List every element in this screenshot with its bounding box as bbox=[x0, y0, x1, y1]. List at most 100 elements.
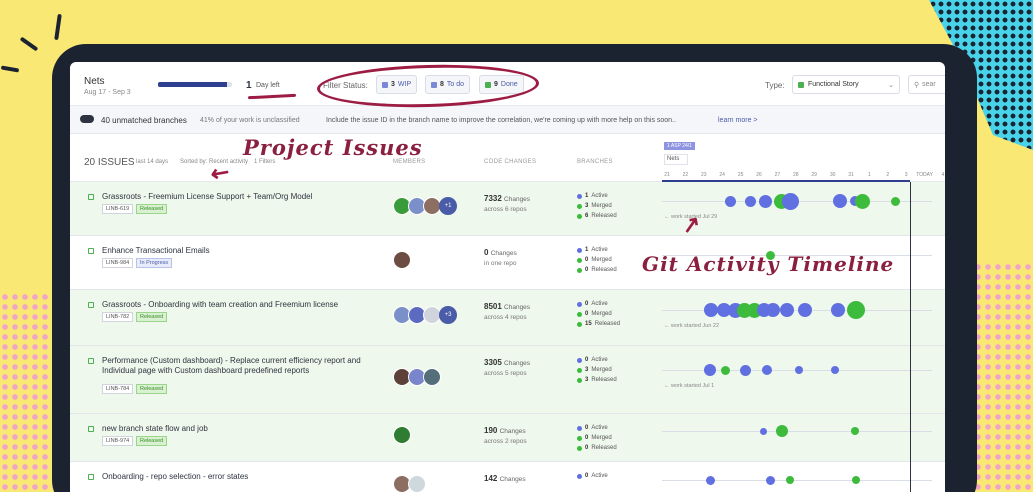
commit-activity-dot[interactable] bbox=[744, 195, 756, 207]
issue-row[interactable]: Performance (Custom dashboard) - Replace… bbox=[70, 346, 945, 414]
period-label[interactable]: last 14 days bbox=[136, 159, 168, 165]
branch-merged: 0 Merged bbox=[577, 257, 612, 263]
unmatched-branches-banner: 40 unmatched branches 41% of your work i… bbox=[70, 106, 945, 134]
commit-activity-dot[interactable] bbox=[831, 366, 839, 374]
commit-activity-dot[interactable] bbox=[798, 303, 812, 317]
story-icon bbox=[88, 302, 94, 308]
commit-activity-dot[interactable] bbox=[851, 427, 859, 435]
avatar[interactable] bbox=[408, 475, 426, 492]
branch-count: 15 bbox=[585, 321, 592, 327]
commit-activity-dot[interactable] bbox=[766, 303, 780, 317]
changes-count: 8501 bbox=[484, 302, 502, 311]
learn-more-link[interactable]: learn more > bbox=[718, 117, 758, 124]
timeline-tick: 31 bbox=[848, 172, 854, 178]
commit-activity-dot[interactable] bbox=[776, 425, 788, 437]
branch-label: Active bbox=[591, 473, 608, 479]
commit-activity-dot[interactable] bbox=[720, 365, 730, 375]
commit-activity-dot[interactable] bbox=[739, 364, 751, 376]
branch-dot-icon bbox=[577, 311, 582, 317]
issue-id-tag[interactable]: LINB-619 bbox=[102, 204, 134, 214]
issue-id-tag[interactable]: LINB-784 bbox=[102, 384, 134, 394]
chevron-down-icon: ⌄ bbox=[888, 81, 894, 89]
issue-id-tag[interactable]: LINB-974 bbox=[102, 436, 134, 446]
sprint-name[interactable]: Nets bbox=[84, 76, 105, 87]
issue-title[interactable]: Grassroots - Onboarding with team creati… bbox=[102, 300, 364, 310]
branch-active: 1 Active bbox=[577, 247, 608, 253]
commit-activity-dot[interactable] bbox=[795, 366, 803, 374]
branch-dot-icon bbox=[577, 435, 582, 441]
timeline-track bbox=[662, 480, 932, 481]
commit-activity-dot[interactable] bbox=[786, 476, 794, 484]
branch-merged: 3 Merged bbox=[577, 367, 612, 373]
changes-count: 3305 bbox=[484, 358, 502, 367]
commit-activity-dot[interactable] bbox=[890, 196, 900, 206]
commit-activity-dot[interactable] bbox=[854, 193, 870, 209]
issue-id-tag[interactable]: LINB-984 bbox=[102, 258, 134, 268]
commit-activity-dot[interactable] bbox=[758, 194, 772, 208]
branch-count: 0 bbox=[585, 267, 589, 273]
commit-activity-dot[interactable] bbox=[781, 192, 799, 210]
branch-active: 0 Active bbox=[577, 301, 608, 307]
repos-label: across 5 repos bbox=[484, 370, 527, 377]
search-input[interactable]: ⚲ sear bbox=[908, 75, 945, 94]
issue-row[interactable]: Grassroots - Onboarding with team creati… bbox=[70, 290, 945, 346]
commit-activity-dot[interactable] bbox=[762, 365, 772, 375]
branch-count: 0 bbox=[585, 473, 589, 479]
more-members-badge[interactable]: +1 bbox=[439, 197, 457, 215]
branch-label: Released bbox=[594, 321, 621, 327]
issue-title[interactable]: Performance (Custom dashboard) - Replace… bbox=[102, 356, 364, 376]
branch-count: 0 bbox=[585, 357, 589, 363]
commit-activity-dot[interactable] bbox=[724, 195, 736, 207]
branch-count: 6 bbox=[585, 213, 589, 219]
commit-activity-dot[interactable] bbox=[759, 427, 767, 435]
issue-id-tag[interactable]: LINB-782 bbox=[102, 312, 134, 322]
branch-dot-icon bbox=[577, 257, 582, 263]
issue-row[interactable]: new branch state flow and job LINB-974 Rel… bbox=[70, 414, 945, 462]
branch-label: Merged bbox=[591, 435, 612, 441]
branch-count: 1 bbox=[585, 193, 589, 199]
type-value: Functional Story bbox=[808, 81, 859, 88]
avatar[interactable] bbox=[423, 368, 441, 386]
app-screen: Nets Aug 17 - Sep 3 1 Day left Filter St… bbox=[70, 62, 945, 492]
issue-title[interactable]: Onboarding - repo selection - error stat… bbox=[102, 472, 364, 482]
commit-activity-dot[interactable] bbox=[705, 475, 715, 485]
commit-activity-dot[interactable] bbox=[704, 303, 718, 317]
branch-dot-icon bbox=[577, 213, 582, 219]
changes-word: Changes bbox=[504, 360, 531, 367]
commit-activity-dot[interactable] bbox=[852, 476, 860, 484]
project-issues-annotation: Project Issues bbox=[243, 135, 423, 160]
issue-row[interactable]: Grassroots - Freemium License Support + … bbox=[70, 182, 945, 236]
sprint-tag: 1 ASP 24/1 bbox=[664, 142, 695, 150]
commit-activity-dot[interactable] bbox=[847, 301, 865, 319]
issue-title[interactable]: Grassroots - Freemium License Support + … bbox=[102, 192, 364, 202]
avatar[interactable] bbox=[393, 251, 411, 269]
commit-activity-dot[interactable] bbox=[765, 475, 775, 485]
issue-title[interactable]: new branch state flow and job bbox=[102, 424, 364, 434]
timeline-tick: 22 bbox=[682, 172, 689, 178]
sprint-box[interactable]: Nets bbox=[664, 154, 688, 165]
more-members-badge[interactable]: +3 bbox=[439, 306, 457, 324]
branch-dot-icon bbox=[577, 301, 582, 307]
branch-count: 0 bbox=[585, 445, 589, 451]
timeline-tick: 30 bbox=[829, 172, 836, 178]
avatar[interactable] bbox=[393, 426, 411, 444]
work-started-text: work started Jul 1 bbox=[671, 383, 715, 389]
sprint-dates: Aug 17 - Sep 3 bbox=[84, 89, 131, 96]
commit-activity-dot[interactable] bbox=[780, 303, 794, 317]
repos-label: across 6 repos bbox=[484, 206, 527, 213]
branch-active: 1 Active bbox=[577, 193, 608, 199]
branch-label: Merged bbox=[591, 367, 612, 373]
timeline-tick: 26 bbox=[756, 172, 762, 178]
commit-activity-dot[interactable] bbox=[831, 303, 845, 317]
issue-status-badge: Released bbox=[136, 204, 168, 214]
commit-activity-dot[interactable] bbox=[833, 194, 847, 208]
issue-row[interactable]: Onboarding - repo selection - error stat… bbox=[70, 462, 945, 492]
issue-status-badge: Released bbox=[136, 384, 168, 394]
commit-activity-dot[interactable] bbox=[704, 364, 716, 376]
story-icon bbox=[88, 248, 94, 254]
members-avatars bbox=[393, 426, 411, 444]
type-select[interactable]: Functional Story ⌄ bbox=[792, 75, 900, 94]
timeline-tick: 21 bbox=[664, 172, 670, 178]
story-icon bbox=[88, 358, 94, 364]
issue-title[interactable]: Enhance Transactional Emails bbox=[102, 246, 364, 256]
